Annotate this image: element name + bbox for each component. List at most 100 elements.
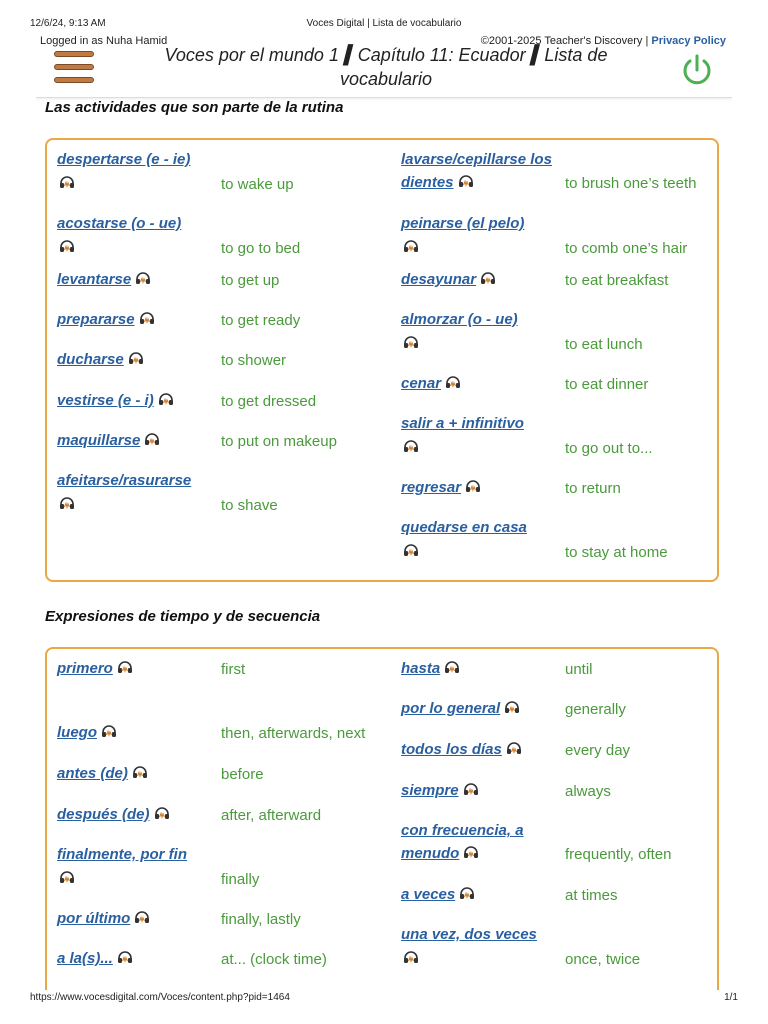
vocab-term-text: por último bbox=[57, 910, 131, 927]
vocab-term-link[interactable]: maquillarse bbox=[57, 429, 212, 453]
headphones-audio-icon[interactable] bbox=[139, 309, 155, 332]
headphones-audio-icon[interactable] bbox=[59, 173, 212, 196]
headphones-audio-icon[interactable] bbox=[465, 477, 481, 500]
vocab-term-text: levantarse bbox=[57, 271, 132, 288]
vocab-term-link[interactable]: acostarse (o - ue) bbox=[57, 212, 212, 260]
vocab-box-time-expressions: primero first luego then, afterwards, next a… bbox=[45, 647, 719, 990]
vocab-term-link[interactable]: una vez, dos veces bbox=[401, 923, 556, 971]
headphones-audio-icon[interactable] bbox=[128, 349, 144, 372]
vocab-definition: at... (clock time) bbox=[221, 951, 327, 968]
vocab-term-text: afeitarse/rasurarse bbox=[57, 472, 192, 489]
vocab-term-link[interactable]: peinarse (el pelo) bbox=[401, 212, 556, 260]
privacy-policy-link[interactable]: Privacy Policy bbox=[651, 35, 726, 47]
headphones-audio-icon[interactable] bbox=[132, 763, 148, 786]
headphones-audio-icon[interactable] bbox=[117, 658, 133, 681]
headphones-audio-icon[interactable] bbox=[134, 908, 150, 931]
vocab-definition: to eat dinner bbox=[565, 376, 649, 393]
vocab-definition: to get dressed bbox=[221, 393, 317, 410]
vocab-term-text: antes (de) bbox=[57, 765, 128, 782]
headphones-audio-icon[interactable] bbox=[101, 722, 117, 745]
vocab-term-link[interactable]: a veces bbox=[401, 883, 556, 907]
vocab-term-link[interactable]: afeitarse/rasurarse bbox=[57, 469, 212, 517]
power-icon[interactable] bbox=[680, 53, 714, 87]
section-title-routine: Las actividades que son parte de la ruti… bbox=[45, 99, 344, 116]
headphones-audio-icon[interactable] bbox=[59, 868, 212, 891]
headphones-audio-icon[interactable] bbox=[117, 948, 133, 971]
vocab-term-link[interactable]: todos los días bbox=[401, 738, 556, 762]
headphones-audio-icon[interactable] bbox=[459, 884, 475, 907]
headphones-audio-icon[interactable] bbox=[403, 237, 556, 260]
vocab-term-link[interactable]: a la(s)... bbox=[57, 947, 212, 971]
vocab-term-link[interactable]: con frecuencia, a menudo bbox=[401, 819, 556, 866]
vocab-term-text: todos los días bbox=[401, 741, 502, 758]
vocab-definition: finally, lastly bbox=[221, 911, 301, 928]
headphones-audio-icon[interactable] bbox=[59, 494, 212, 517]
headphones-audio-icon[interactable] bbox=[463, 843, 479, 866]
vocab-definition: then, afterwards, next bbox=[221, 725, 366, 742]
logged-in-text: Logged in as Nuha Hamid bbox=[40, 35, 168, 47]
vocab-term-link[interactable]: quedarse en casa bbox=[401, 516, 556, 564]
vocab-definition: to eat lunch bbox=[565, 336, 643, 353]
vocab-definition: to return bbox=[565, 480, 621, 497]
section-title-time-expressions: Expresiones de tiempo y de secuencia bbox=[45, 608, 321, 625]
headphones-audio-icon[interactable] bbox=[480, 269, 496, 292]
headphones-audio-icon[interactable] bbox=[458, 172, 474, 195]
headphones-audio-icon[interactable] bbox=[403, 541, 556, 564]
headphones-audio-icon[interactable] bbox=[463, 780, 479, 803]
vocab-term-link[interactable]: levantarse bbox=[57, 268, 212, 292]
vocab-term-link[interactable]: por lo general bbox=[401, 697, 556, 721]
headphones-audio-icon[interactable] bbox=[154, 804, 170, 827]
vocab-definition: generally bbox=[565, 701, 626, 718]
print-footer: https://www.vocesdigital.com/Voces/conte… bbox=[0, 992, 768, 1006]
vocab-term-text: cenar bbox=[401, 375, 442, 392]
vocab-term-text: luego bbox=[57, 724, 97, 741]
vocab-term-text: a veces bbox=[401, 886, 456, 903]
vocab-definition: to shower bbox=[221, 352, 287, 369]
vocab-term-text: peinarse (el pelo) bbox=[401, 215, 525, 232]
vocab-term-link[interactable]: desayunar bbox=[401, 268, 556, 292]
vocab-definition: finally bbox=[221, 871, 260, 888]
vocab-term-text: hasta bbox=[401, 660, 441, 677]
vocab-term-link[interactable]: despertarse (e - ie) bbox=[57, 148, 212, 196]
vocab-term-link[interactable]: salir a + infinitivo bbox=[401, 412, 556, 460]
vocab-term-text: despertarse (e - ie) bbox=[57, 151, 191, 168]
vocab-term-text: finalmente, por fin bbox=[57, 846, 188, 863]
vocab-term-link[interactable]: por último bbox=[57, 907, 212, 931]
headphones-audio-icon[interactable] bbox=[403, 333, 556, 356]
vocab-term-link[interactable]: hasta bbox=[401, 657, 556, 681]
vocab-term-link[interactable]: siempre bbox=[401, 779, 556, 803]
vocab-term-link[interactable]: primero bbox=[57, 657, 212, 681]
vocab-term-text: quedarse en casa bbox=[401, 519, 527, 536]
print-header: 12/6/24, 9:13 AM Voces Digital | Lista d… bbox=[0, 18, 768, 32]
vocab-definition: to shave bbox=[221, 497, 278, 514]
vocab-term-text: ducharse bbox=[57, 351, 124, 368]
headphones-audio-icon[interactable] bbox=[403, 948, 556, 971]
vocab-term-link[interactable]: antes (de) bbox=[57, 762, 212, 786]
vocab-definition: until bbox=[565, 661, 593, 678]
vocab-term-link[interactable]: después (de) bbox=[57, 803, 212, 827]
headphones-audio-icon[interactable] bbox=[444, 658, 460, 681]
headphones-audio-icon[interactable] bbox=[403, 437, 556, 460]
headphones-audio-icon[interactable] bbox=[135, 269, 151, 292]
headphones-audio-icon[interactable] bbox=[445, 373, 461, 396]
headphones-audio-icon[interactable] bbox=[158, 390, 174, 413]
headphones-audio-icon[interactable] bbox=[144, 430, 160, 453]
copyright-text: ©2001-2025 Teacher's Discovery | bbox=[480, 35, 652, 47]
vocab-term-link[interactable]: vestirse (e - i) bbox=[57, 389, 212, 413]
vocab-term-link[interactable]: luego bbox=[57, 721, 212, 745]
vocab-term-link[interactable]: finalmente, por fin bbox=[57, 843, 212, 891]
vocab-term-text: vestirse (e - i) bbox=[57, 392, 154, 409]
headphones-audio-icon[interactable] bbox=[59, 237, 212, 260]
vocab-term-link[interactable]: cenar bbox=[401, 372, 556, 396]
vocab-box-routine: despertarse (e - ie) to wake up acostarse … bbox=[45, 138, 719, 582]
vocab-term-link[interactable]: ducharse bbox=[57, 348, 212, 372]
headphones-audio-icon[interactable] bbox=[504, 698, 520, 721]
headphones-audio-icon[interactable] bbox=[506, 739, 522, 762]
vocab-term-link[interactable]: prepararse bbox=[57, 308, 212, 332]
hamburger-menu-icon[interactable] bbox=[54, 51, 94, 85]
vocab-definition: to go out to... bbox=[565, 440, 653, 457]
vocab-term-link[interactable]: lavarse/cepillarse los dientes bbox=[401, 148, 556, 195]
vocab-term-link[interactable]: almorzar (o - ue) bbox=[401, 308, 556, 356]
copyright: ©2001-2025 Teacher's Discovery | Privacy… bbox=[481, 35, 726, 47]
vocab-term-link[interactable]: regresar bbox=[401, 476, 556, 500]
